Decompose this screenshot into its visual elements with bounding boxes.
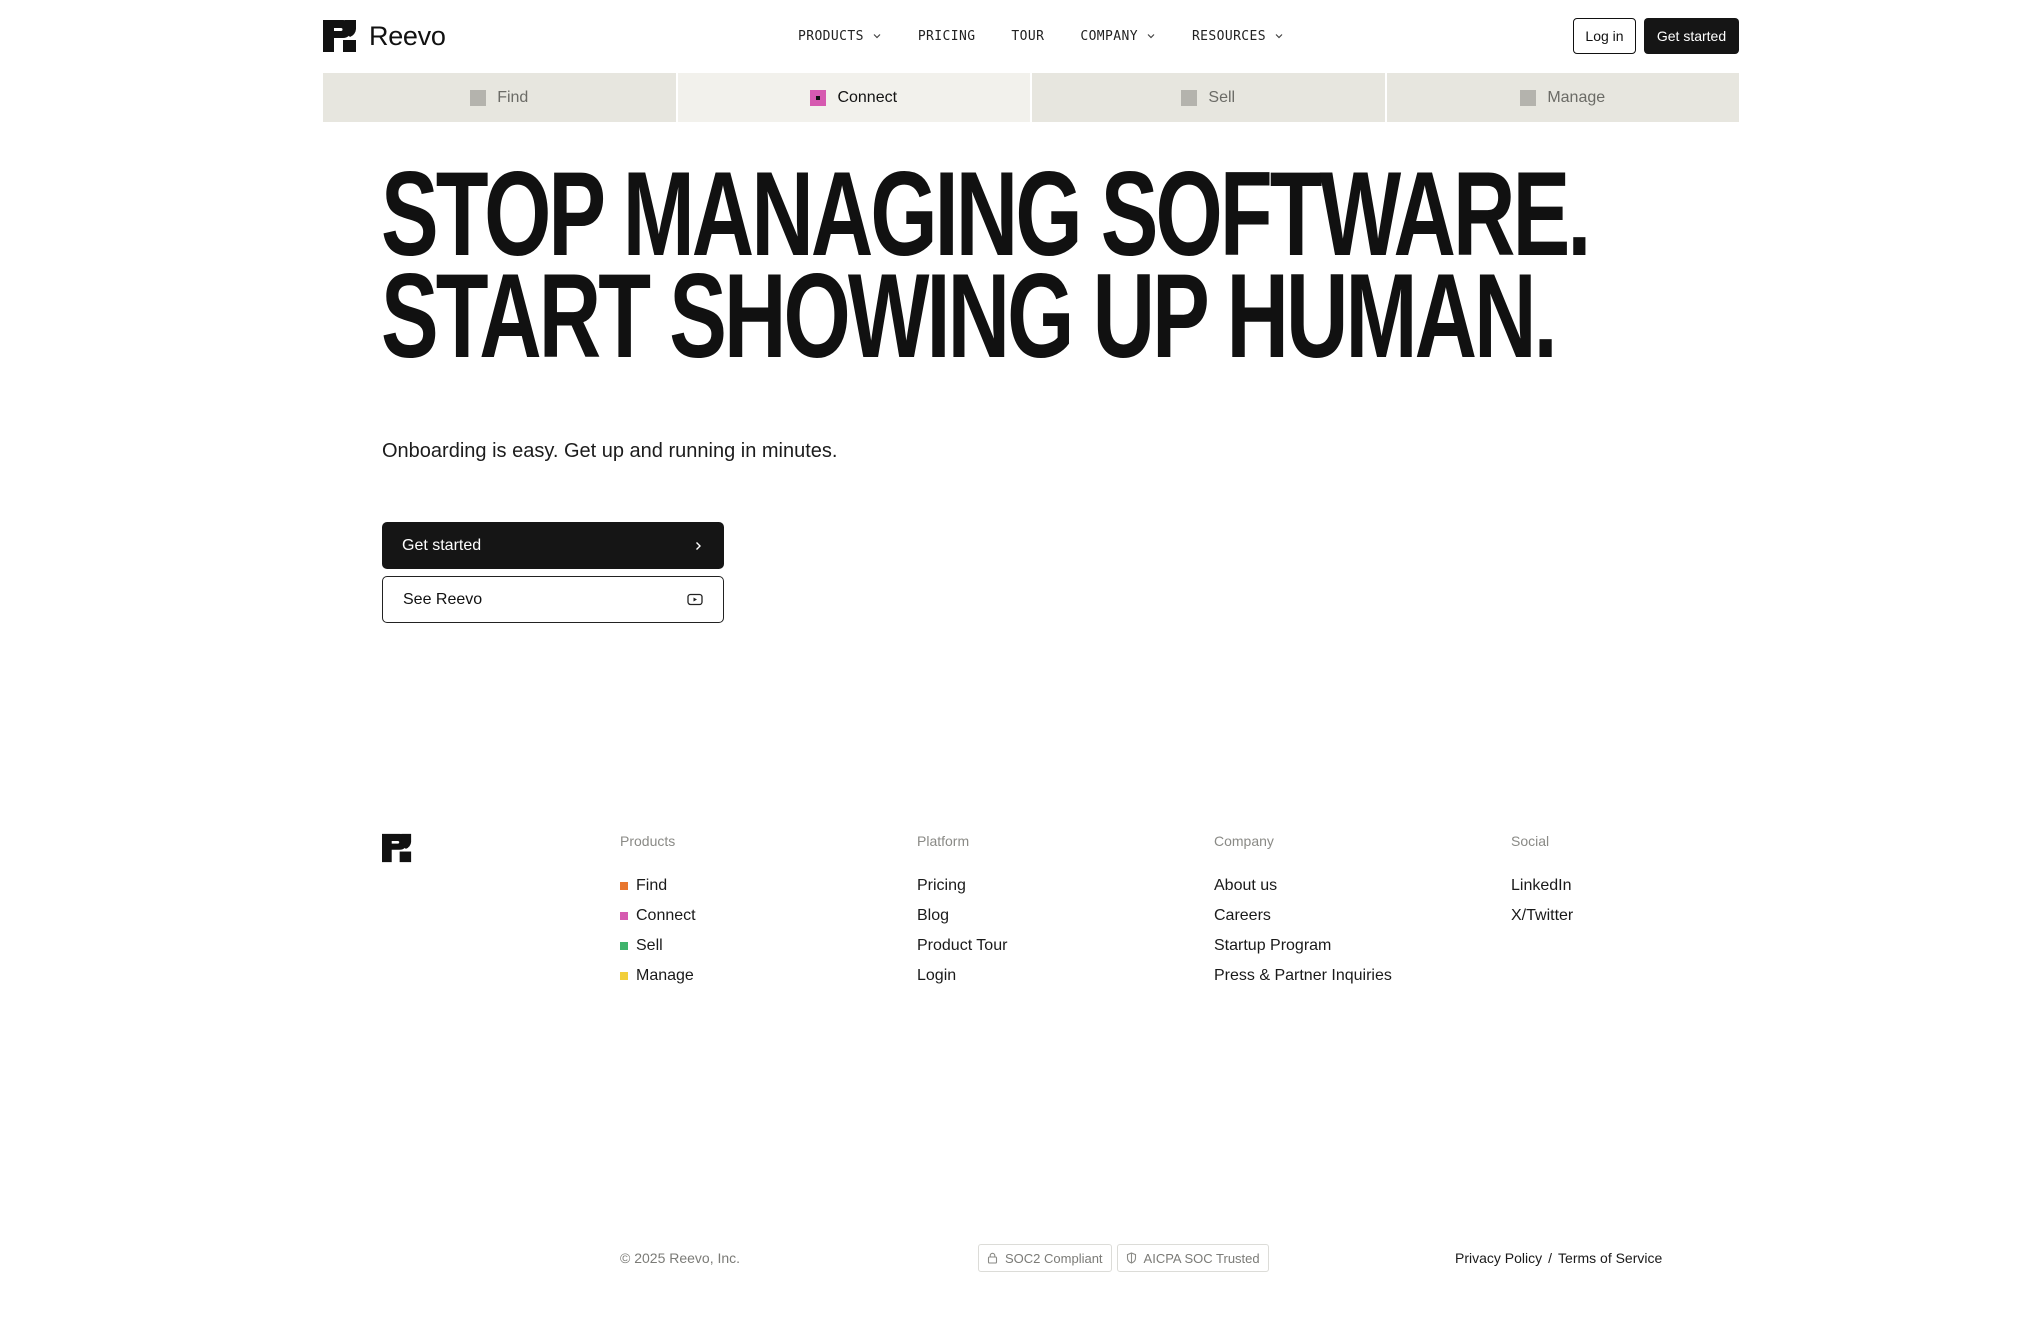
copyright: © 2025 Reevo, Inc.	[620, 1250, 741, 1266]
reevo-logo[interactable]: Reevo	[323, 20, 446, 52]
hero-subtitle: Onboarding is easy. Get up and running i…	[382, 440, 838, 462]
tab-sell[interactable]: Sell	[1032, 73, 1385, 122]
footer-link-find[interactable]: Find	[620, 871, 696, 901]
aicpa-badge: AICPA SOC Trusted	[1116, 1244, 1269, 1272]
tab-find[interactable]: Find	[323, 73, 676, 122]
page: Reevo PRODUCTS PRICING TOUR COMPANY RESO…	[0, 0, 2039, 1324]
get-started-header-button[interactable]: Get started	[1644, 18, 1739, 54]
footer-link-sell[interactable]: Sell	[620, 931, 696, 961]
shield-icon	[1126, 1252, 1136, 1264]
hero-line-2: START SHOWING UP HUMAN.	[381, 249, 1558, 383]
soc2-badge: SOC2 Compliant	[978, 1244, 1112, 1272]
footer-col-title: Social	[1511, 833, 1550, 849]
tab-manage[interactable]: Manage	[1386, 73, 1739, 122]
nav-tour-label: TOUR	[1011, 28, 1045, 44]
nav-pricing[interactable]: PRICING	[918, 29, 976, 44]
square-icon	[1520, 89, 1537, 106]
reevo-mark-icon	[323, 20, 356, 52]
square-icon	[1181, 89, 1198, 106]
soc2-badge-label: SOC2 Compliant	[1005, 1250, 1103, 1266]
chevron-down-icon	[873, 34, 881, 39]
footer-col-title: Products	[620, 833, 676, 849]
square-icon	[810, 89, 827, 106]
nav-resources[interactable]: RESOURCES	[1192, 29, 1284, 44]
footer-link-careers[interactable]: Careers	[1214, 901, 1392, 931]
nav-products-label: PRODUCTS	[798, 28, 864, 44]
get-started-label: Get started	[402, 536, 482, 554]
footer-col-social: Social LinkedIn X/Twitter	[1511, 833, 1573, 931]
hero-headline: STOP MANAGING SOFTWARE. START SHOWING UP…	[381, 154, 1591, 383]
square-icon	[470, 89, 487, 106]
chevron-right-icon	[696, 541, 701, 550]
footer-col-title: Platform	[917, 833, 970, 849]
compliance-badges: SOC2 Compliant AICPA SOC Trusted	[978, 1244, 1269, 1272]
footer-link-label: Connect	[636, 907, 696, 924]
tab-manage-label: Manage	[1547, 88, 1606, 106]
footer-link-connect[interactable]: Connect	[620, 901, 696, 931]
tab-connect[interactable]: Connect	[677, 73, 1030, 122]
legal-links: Privacy Policy / Terms of Service	[1455, 1250, 1662, 1266]
tab-connect-label: Connect	[837, 88, 898, 106]
privacy-policy-link[interactable]: Privacy Policy	[1455, 1250, 1542, 1266]
chevron-down-icon	[1147, 34, 1155, 39]
nav-products[interactable]: PRODUCTS	[798, 29, 882, 44]
footer-link-product-tour[interactable]: Product Tour	[917, 931, 1007, 961]
tab-sell-label: Sell	[1208, 88, 1236, 106]
yellow-square-icon	[620, 972, 628, 980]
chevron-down-icon	[1275, 34, 1283, 39]
footer-col-title: Company	[1214, 833, 1274, 849]
main-nav: PRODUCTS PRICING TOUR COMPANY RESOURCES	[798, 24, 1284, 48]
footer-link-pricing[interactable]: Pricing	[917, 871, 1007, 901]
login-button[interactable]: Log in	[1573, 18, 1636, 54]
aicpa-badge-label: AICPA SOC Trusted	[1143, 1250, 1260, 1266]
nav-pricing-label: PRICING	[917, 28, 976, 44]
nav-tour[interactable]: TOUR	[1011, 29, 1044, 44]
video-play-icon	[687, 593, 703, 606]
footer-col-company: Company About us Careers Startup Program…	[1214, 833, 1392, 991]
terms-of-service-link[interactable]: Terms of Service	[1558, 1250, 1662, 1266]
footer-link-label: Manage	[636, 967, 694, 984]
get-started-button[interactable]: Get started	[382, 522, 724, 569]
footer-link-login[interactable]: Login	[917, 961, 1007, 991]
footer-link-manage[interactable]: Manage	[620, 961, 696, 991]
legal-separator: /	[1548, 1250, 1553, 1266]
brand-name: Reevo	[369, 20, 446, 51]
footer-link-about[interactable]: About us	[1214, 871, 1392, 901]
footer-link-label: Find	[636, 877, 668, 894]
pink-square-icon	[620, 912, 628, 920]
footer-link-startup-program[interactable]: Startup Program	[1214, 931, 1392, 961]
footer-col-platform: Platform Pricing Blog Product Tour Login	[917, 833, 1007, 991]
green-square-icon	[620, 942, 628, 950]
see-reevo-label: See Reevo	[403, 590, 483, 608]
reevo-mark-icon	[382, 833, 412, 863]
orange-square-icon	[620, 882, 628, 890]
footer-link-press[interactable]: Press & Partner Inquiries	[1214, 961, 1392, 991]
product-tabs: Find Connect Sell Manage	[323, 73, 1739, 122]
nav-company[interactable]: COMPANY	[1080, 29, 1156, 44]
tab-find-label: Find	[497, 88, 529, 106]
footer-link-linkedin[interactable]: LinkedIn	[1511, 871, 1573, 901]
lock-icon	[987, 1252, 998, 1264]
footer-link-blog[interactable]: Blog	[917, 901, 1007, 931]
footer-link-label: Sell	[636, 937, 663, 954]
footer-link-twitter[interactable]: X/Twitter	[1511, 901, 1573, 931]
see-reevo-button[interactable]: See Reevo	[382, 576, 724, 623]
footer-logo[interactable]	[382, 833, 412, 868]
nav-resources-label: RESOURCES	[1191, 28, 1266, 44]
footer-col-products: Products Find Connect Sell Manage	[620, 833, 696, 991]
nav-company-label: COMPANY	[1080, 28, 1138, 44]
